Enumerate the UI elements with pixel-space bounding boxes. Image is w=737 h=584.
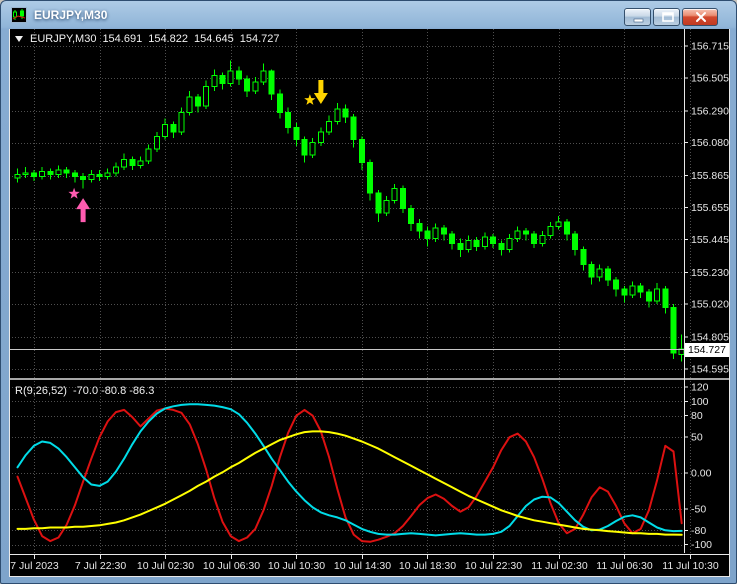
price-axis-label: 156.505	[691, 72, 729, 84]
price-axis-label: 155.020	[691, 299, 729, 311]
bid-price: 154.727	[688, 343, 726, 356]
time-axis-label: 10 Jul 22:30	[465, 560, 522, 572]
maximize-icon	[662, 12, 674, 22]
indicator-axis-label: -100	[691, 539, 712, 551]
indicator-axis-label: 50	[691, 432, 703, 444]
close-button[interactable]	[682, 8, 718, 26]
chart-icon	[11, 7, 27, 23]
time-axis-label: 10 Jul 06:30	[203, 560, 260, 572]
indicator-axis-label: -50	[691, 503, 706, 515]
chart-canvas[interactable]: 156.715 156.505 156.290 156.080 155.865 155.6…	[9, 29, 730, 577]
chart-window: EURJPY,M30 156.715 156.505 156.290 156.080 1…	[0, 0, 737, 584]
quote-header: EURJPY,M30 154.691 154.822 154.645 154.7…	[15, 33, 280, 45]
price-axis-label: 156.080	[691, 137, 729, 149]
price-axis-label: 156.290	[691, 105, 729, 117]
indicator-axis-label: -80	[691, 525, 706, 537]
chart-client-area[interactable]: 156.715 156.505 156.290 156.080 155.865 155.6…	[9, 29, 730, 577]
quote-high: 154.822	[148, 33, 188, 45]
price-axis-label: 155.655	[691, 202, 729, 214]
quote-symbol: EURJPY,M30	[30, 33, 97, 45]
indicator-values: -70.0 -80.8 -86.3	[72, 385, 155, 397]
time-axis-label: 10 Jul 10:30	[268, 560, 325, 572]
indicator-axis-label: 0.00	[691, 468, 712, 480]
bid-price-box: 154.727	[685, 342, 729, 357]
close-icon	[696, 12, 706, 22]
indicator-axis-label: 80	[691, 410, 703, 422]
time-axis-label: 10 Jul 14:30	[334, 560, 391, 572]
time-axis-label: 11 Jul 06:30	[596, 560, 653, 572]
time-axis-label: 11 Jul 02:30	[531, 560, 588, 572]
price-axis-label: 155.445	[691, 234, 729, 246]
collapse-triangle-icon[interactable]	[15, 35, 24, 43]
time-axis-label: 10 Jul 02:30	[137, 560, 194, 572]
window-controls	[624, 8, 718, 26]
indicator-axis-label: 120	[691, 381, 709, 393]
indicator-label: R(9,26,52) -70.0 -80.8 -86.3	[15, 385, 154, 397]
time-axis-label: 7 Jul 2023	[10, 560, 59, 572]
quote-open: 154.691	[102, 33, 143, 45]
minimize-button[interactable]	[624, 8, 651, 26]
time-axis-label: 10 Jul 18:30	[399, 560, 456, 572]
price-axis-label: 156.715	[691, 41, 729, 53]
indicator-axis-label: 100	[691, 396, 709, 408]
pane-separator	[9, 378, 730, 380]
quote-close: 154.727	[239, 33, 280, 45]
minimize-icon	[633, 18, 644, 23]
time-axis-label: 11 Jul 10:30	[662, 560, 719, 572]
quote-low: 154.645	[193, 33, 234, 45]
price-axis-label: 155.230	[691, 267, 729, 279]
window-title: EURJPY,M30	[34, 8, 108, 22]
price-axis-label: 155.865	[691, 170, 729, 182]
maximize-button[interactable]	[653, 8, 680, 26]
title-bar[interactable]: EURJPY,M30	[1, 1, 736, 29]
time-axis-label: 7 Jul 22:30	[75, 560, 127, 572]
price-axis-label: 154.595	[691, 364, 729, 376]
indicator-name: R(9,26,52)	[15, 385, 67, 397]
